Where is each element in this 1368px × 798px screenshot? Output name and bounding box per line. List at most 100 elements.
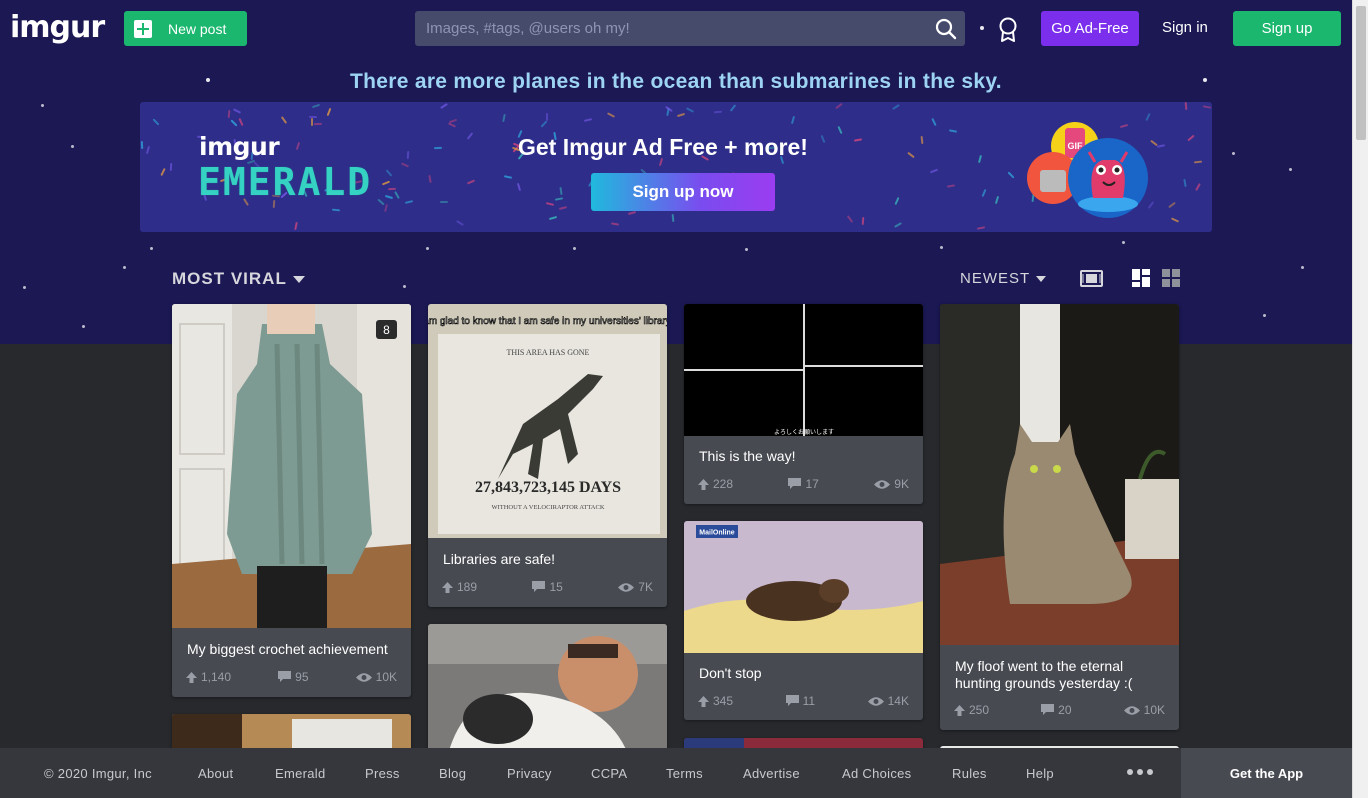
search-icon[interactable] — [935, 18, 957, 40]
search-input[interactable] — [415, 11, 915, 46]
waterfall-view-icon[interactable] — [1132, 269, 1150, 287]
post-image: I am glad to know that I am safe in my u… — [428, 304, 667, 538]
confetti-piece — [610, 222, 620, 226]
confetti-piece — [140, 140, 144, 150]
imgur-logo[interactable]: imgur — [10, 12, 105, 44]
grid-view-icon[interactable] — [1162, 269, 1180, 287]
newest-dropdown[interactable]: NEWEST — [960, 270, 1047, 287]
post-card[interactable]: I am glad to know that I am safe in my u… — [428, 304, 667, 607]
footer-link-blog[interactable]: Blog — [439, 766, 466, 781]
confetti-piece — [394, 191, 400, 199]
view-count: 14K — [887, 694, 909, 708]
scrollbar[interactable] — [1352, 0, 1368, 798]
confetti-piece — [311, 103, 321, 109]
confetti-piece — [326, 107, 332, 117]
confetti-piece — [238, 117, 244, 127]
footer-link-ad-choices[interactable]: Ad Choices — [842, 766, 911, 781]
post-image — [428, 624, 667, 754]
confetti-piece — [466, 179, 476, 185]
sign-up-button[interactable]: Sign up — [1233, 11, 1341, 46]
upvote-icon[interactable] — [442, 581, 453, 593]
post-stats: 228 17 9K — [698, 477, 909, 491]
comment-icon — [1041, 704, 1055, 715]
more-icon[interactable] — [1127, 769, 1153, 775]
confetti-piece — [230, 119, 238, 127]
confetti-piece — [381, 180, 391, 186]
auto-browse-icon[interactable] — [1080, 269, 1103, 288]
comment-count: 15 — [549, 580, 563, 594]
footer-link-emerald[interactable]: Emerald — [275, 766, 326, 781]
upvote-icon[interactable] — [698, 695, 709, 707]
star — [1232, 152, 1235, 155]
new-post-label: New post — [168, 20, 227, 37]
confetti-piece — [1193, 160, 1203, 164]
confetti-piece — [540, 120, 548, 128]
post-card[interactable] — [428, 624, 667, 754]
comment-count: 20 — [1058, 703, 1072, 717]
confetti-piece — [331, 208, 341, 212]
upvote-icon[interactable] — [698, 478, 709, 490]
footer-link-help[interactable]: Help — [1026, 766, 1054, 781]
comment-count: 17 — [805, 477, 819, 491]
most-viral-dropdown[interactable]: MOST VIRAL — [172, 269, 305, 289]
sort-label: NEWEST — [960, 270, 1031, 287]
get-the-app-button[interactable]: Get the App — [1181, 748, 1352, 798]
confetti-piece — [920, 135, 924, 145]
confetti-piece — [466, 132, 474, 140]
star — [940, 246, 943, 249]
banner-imgur-logo: imgur — [199, 132, 280, 161]
upvote-icon[interactable] — [186, 671, 197, 683]
scrollbar-thumb[interactable] — [1356, 6, 1366, 140]
sign-up-now-button[interactable]: Sign up now — [591, 173, 775, 211]
comment-count: 11 — [802, 694, 816, 708]
confetti-piece — [861, 216, 865, 226]
comment-count: 95 — [295, 670, 309, 684]
post-title: My floof went to the eternal hunting gro… — [955, 658, 1133, 691]
go-ad-free-button[interactable]: Go Ad-Free — [1041, 11, 1139, 46]
footer-link-terms[interactable]: Terms — [666, 766, 703, 781]
confetti-piece — [311, 118, 313, 126]
star — [71, 145, 74, 148]
confetti-piece — [976, 226, 986, 230]
upvote-icon[interactable] — [954, 704, 965, 716]
footer-link-advertise[interactable]: Advertise — [743, 766, 800, 781]
confetti-piece — [946, 184, 956, 188]
view-count: 7K — [638, 580, 653, 594]
footer-link-privacy[interactable]: Privacy — [507, 766, 552, 781]
copyright: © 2020 Imgur, Inc — [44, 766, 152, 781]
confetti-piece — [671, 213, 675, 223]
medal-icon[interactable] — [997, 17, 1019, 43]
post-card[interactable]: MailOnline Don't stop 345 11 14K — [684, 521, 923, 720]
banner-headline: Get Imgur Ad Free + more! — [518, 134, 808, 160]
new-post-button[interactable]: New post — [124, 11, 247, 46]
post-image: MailOnline — [684, 521, 923, 653]
sign-in-link[interactable]: Sign in — [1162, 19, 1208, 36]
footer-link-about[interactable]: About — [198, 766, 233, 781]
footer-link-press[interactable]: Press — [365, 766, 400, 781]
post-stats: 250 20 10K — [954, 703, 1165, 717]
confetti-piece — [433, 146, 443, 150]
confetti-piece — [820, 134, 826, 144]
confetti-piece — [627, 210, 637, 216]
confetti-piece — [931, 117, 937, 127]
chevron-down-icon — [1036, 275, 1047, 282]
post-card[interactable]: 8 My biggest crochet achievement 1,140 9… — [172, 304, 411, 697]
post-card[interactable]: よろしくお願いします This is the way! 228 17 9K — [684, 304, 923, 504]
post-title: Libraries are safe! — [443, 551, 556, 567]
confetti-piece — [313, 122, 323, 126]
footer-link-rules[interactable]: Rules — [952, 766, 987, 781]
emerald-banner[interactable]: imgur EMERALD Get Imgur Ad Free + more! … — [140, 102, 1212, 232]
comment-icon — [785, 695, 799, 706]
confetti-piece — [548, 215, 558, 221]
confetti-piece — [1170, 217, 1180, 223]
confetti-piece — [280, 116, 288, 124]
eye-icon — [1123, 705, 1140, 715]
star — [150, 247, 153, 250]
upvote-count: 250 — [969, 703, 990, 717]
confetti-piece — [1187, 134, 1195, 142]
footer-link-ccpa[interactable]: CCPA — [591, 766, 627, 781]
comment-icon — [532, 581, 546, 592]
post-card[interactable]: My floof went to the eternal hunting gro… — [940, 304, 1179, 730]
star — [1301, 266, 1304, 269]
confetti-piece — [377, 198, 385, 206]
